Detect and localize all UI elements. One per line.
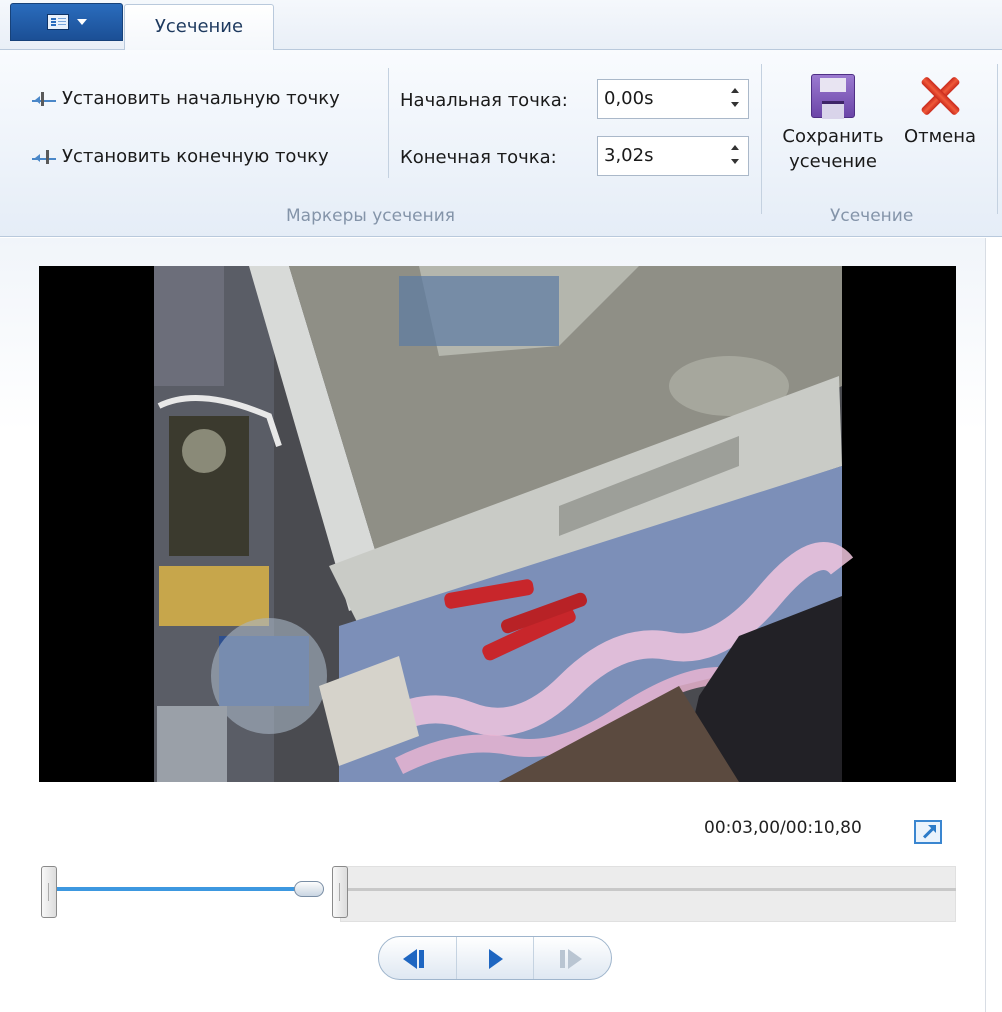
next-frame-icon: [568, 949, 583, 969]
set-end-point-button[interactable]: Установить конечную точку: [32, 146, 329, 167]
save-trim-label-line2: усечение: [789, 151, 877, 172]
start-point-input[interactable]: 0,00s: [597, 79, 749, 119]
playback-controls: [378, 936, 612, 980]
timecode: 00:03,00/00:10,80: [704, 818, 862, 838]
set-start-icon: [32, 91, 56, 107]
chevron-down-icon: [76, 19, 87, 25]
trim-selected-range: [55, 887, 308, 891]
app-menu-button[interactable]: [10, 3, 123, 41]
end-point-label: Конечная точка:: [400, 147, 557, 168]
end-point-input[interactable]: 3,02s: [597, 136, 749, 176]
trim-rail: [340, 888, 956, 891]
next-frame-bar: [560, 950, 566, 968]
video-preview[interactable]: [39, 266, 956, 782]
start-point-value: 0,00s: [604, 88, 654, 109]
set-start-point-label: Установить начальную точку: [62, 88, 340, 109]
fullscreen-icon[interactable]: [914, 820, 942, 844]
previous-frame-button[interactable]: [379, 937, 457, 979]
trim-slider[interactable]: [40, 866, 956, 922]
trim-start-handle[interactable]: [41, 866, 57, 918]
end-point-value: 3,02s: [604, 145, 654, 166]
trim-end-handle[interactable]: [332, 866, 348, 918]
divider: [388, 68, 389, 178]
next-frame-button[interactable]: [534, 937, 611, 979]
close-icon: [918, 74, 962, 118]
play-icon: [488, 949, 503, 969]
cancel-label: Отмена: [903, 126, 977, 147]
previous-frame-icon: [403, 949, 417, 969]
play-button[interactable]: [457, 937, 535, 979]
trim-excluded-region: [340, 866, 956, 922]
tab-trim[interactable]: Усечение: [124, 4, 274, 51]
set-end-point-label: Установить конечную точку: [62, 146, 329, 167]
playhead-thumb[interactable]: [294, 881, 324, 897]
save-trim-label-line1: Сохранить: [782, 126, 884, 147]
start-point-label: Начальная точка:: [400, 90, 568, 111]
ribbon: Установить начальную точку Установить ко…: [0, 50, 1002, 237]
trim-group-label: Усечение: [830, 206, 914, 226]
save-trim-button[interactable]: Сохранить усечение: [776, 74, 890, 174]
previous-frame-bar: [419, 950, 424, 968]
divider: [997, 64, 998, 214]
cancel-button[interactable]: Отмена: [898, 74, 982, 149]
ribbon-tab-strip: Усечение: [0, 0, 1002, 51]
set-end-icon: [32, 149, 56, 165]
scrollbar[interactable]: [985, 238, 1002, 1012]
document-icon: [46, 14, 69, 30]
set-start-point-button[interactable]: Установить начальную точку: [32, 88, 340, 109]
save-icon: [811, 74, 855, 119]
video-frame-image: [39, 266, 956, 782]
group-divider: [761, 64, 762, 214]
end-point-spin-arrows[interactable]: [730, 144, 740, 168]
start-point-spin-arrows[interactable]: [730, 87, 740, 111]
markers-group-label: Маркеры усечения: [286, 206, 455, 226]
